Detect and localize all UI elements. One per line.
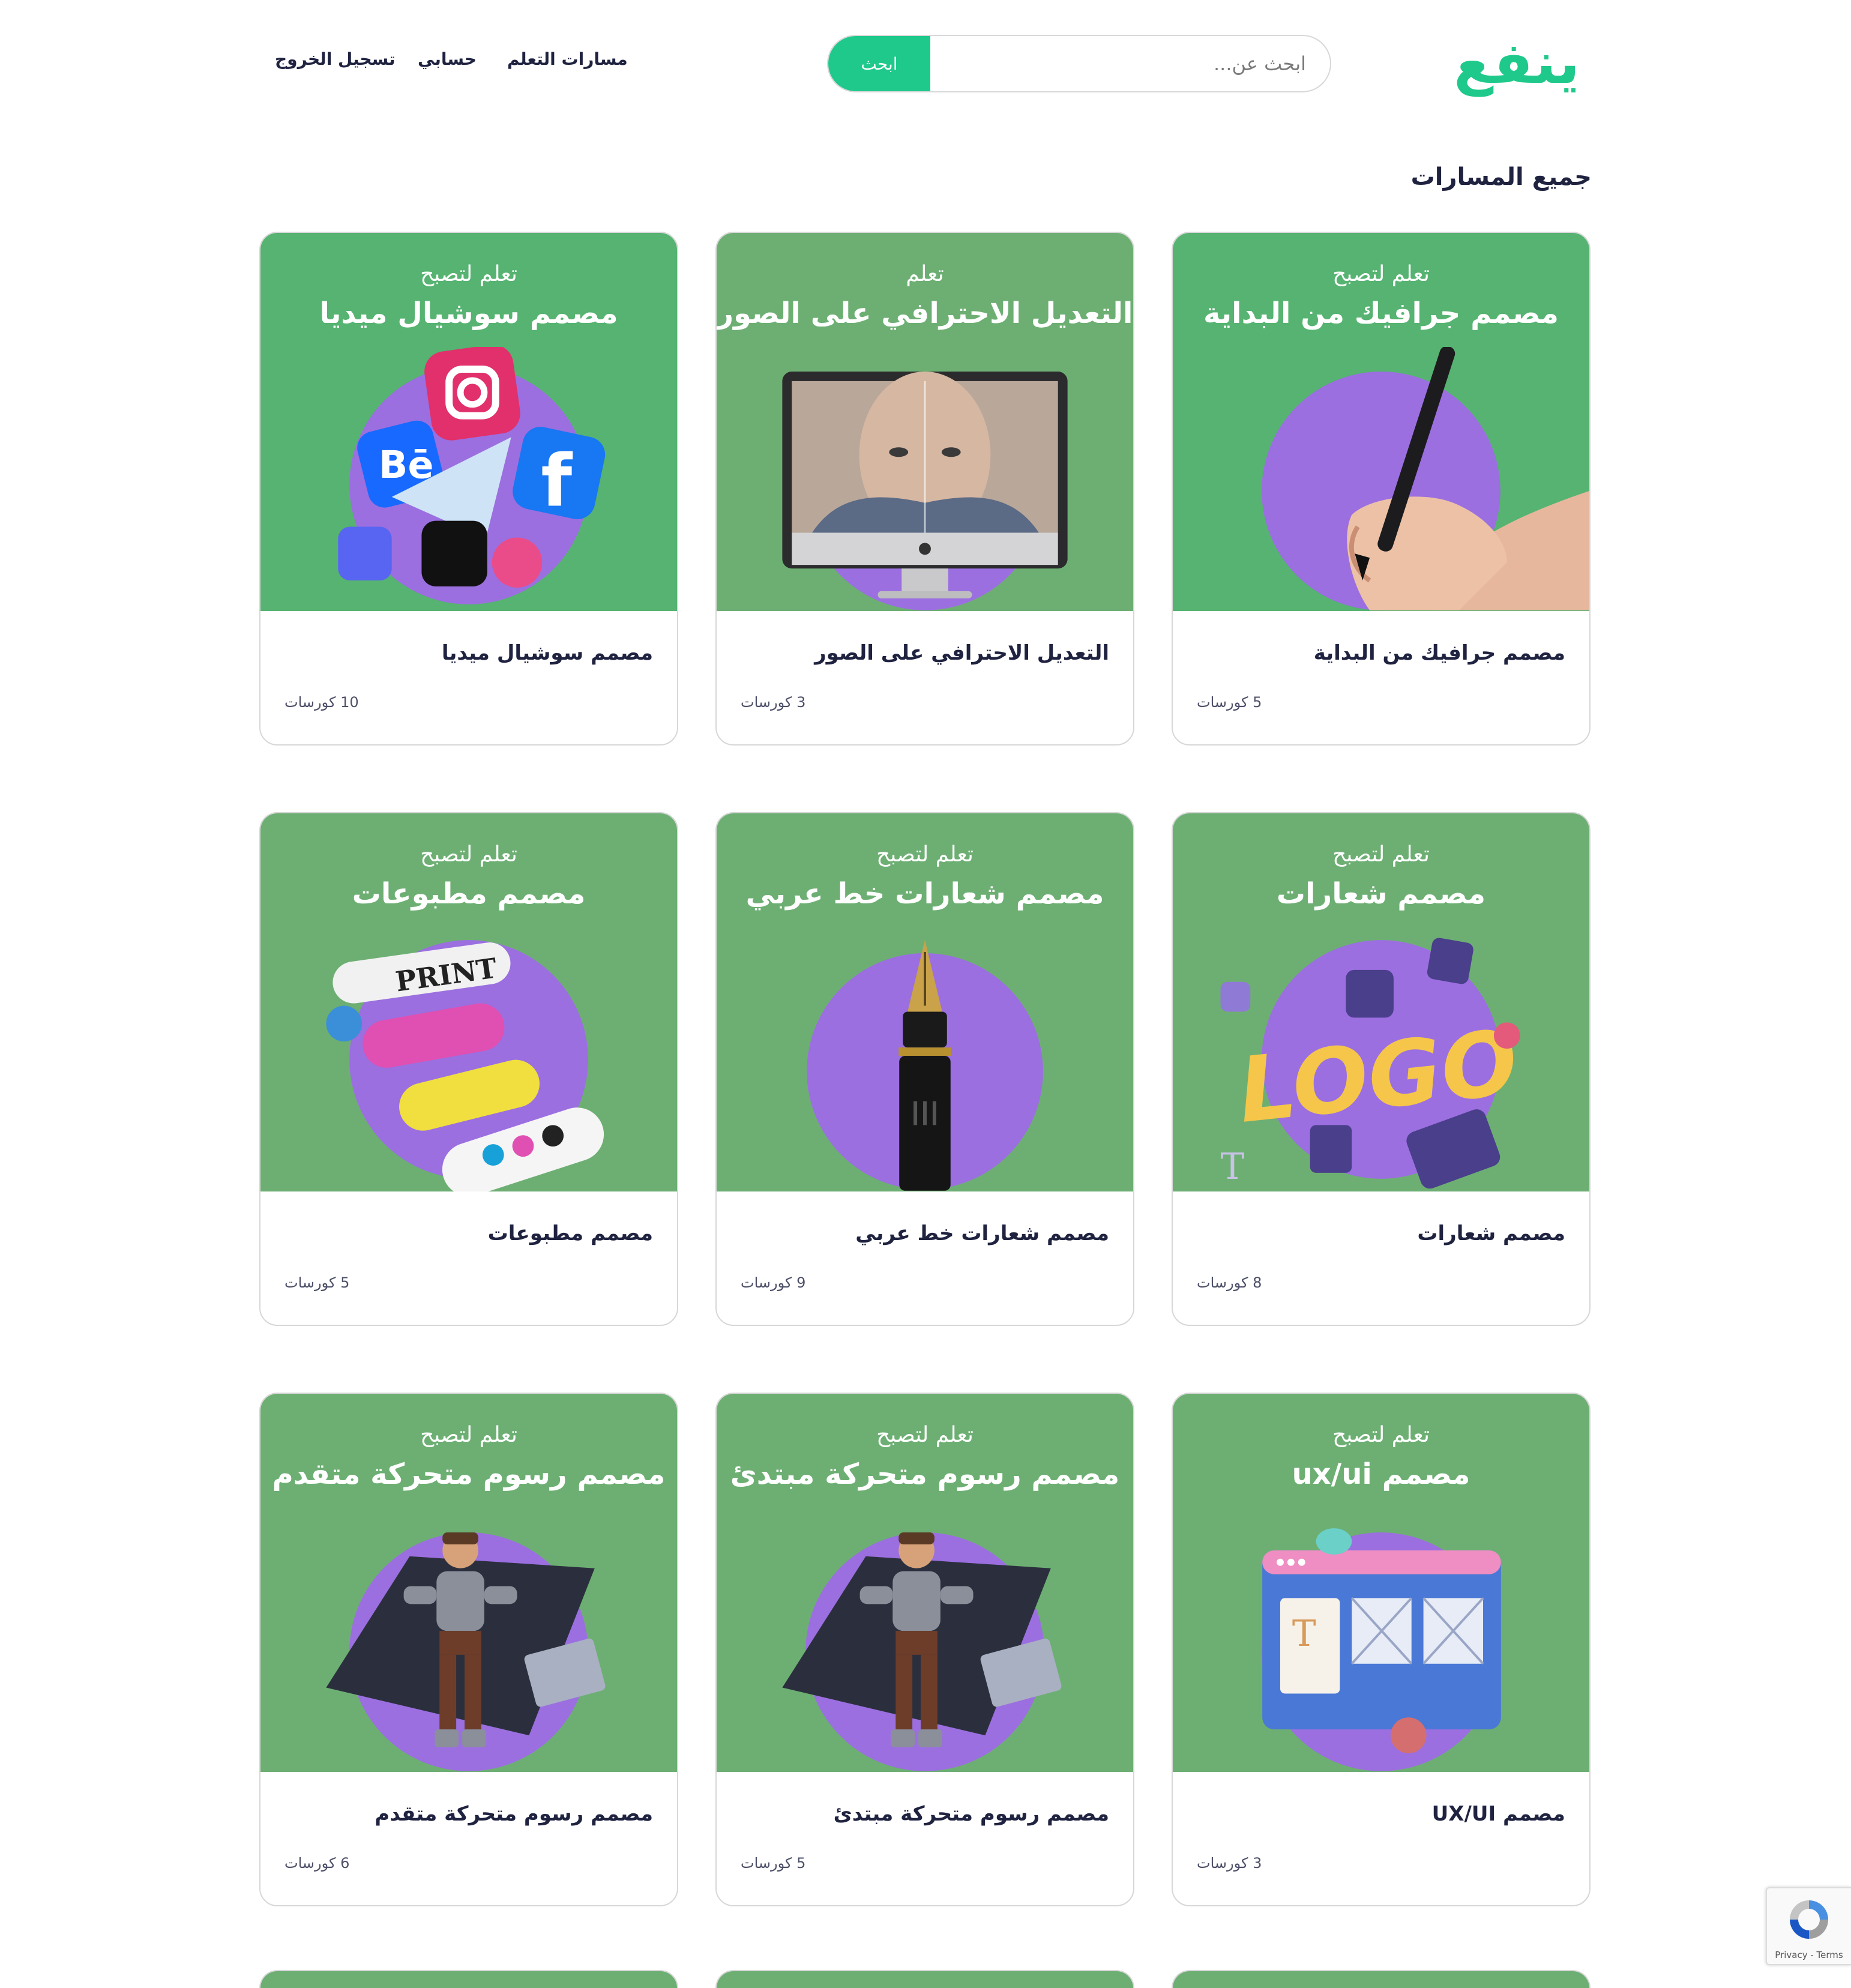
nav-my-account[interactable]: حسابي: [418, 49, 477, 79]
card-banner-subtitle: تعلم لتصبح: [420, 262, 517, 286]
card-banner-subtitle: تعلم: [906, 262, 944, 286]
card-banner-subtitle: تعلم لتصبح: [876, 842, 974, 867]
card-course-count: 5 كورسات: [741, 1855, 806, 1872]
card-course-count: 10 كورسات: [284, 694, 359, 711]
path-card-partial[interactable]: [259, 1970, 678, 1988]
card-banner-title: مصمم مطبوعات: [352, 877, 586, 911]
card-course-count: 8 كورسات: [1197, 1274, 1262, 1291]
social-media-icon: Bē f: [338, 347, 606, 604]
pen-hand-icon: [1262, 347, 1589, 610]
path-card-partial[interactable]: [1172, 1970, 1591, 1988]
path-card-graphic-design[interactable]: تعلم لتصبح مصمم جرافيك من البداية مصمم ج…: [1172, 232, 1591, 746]
path-card-animation-advanced[interactable]: تعلم لتصبح مصمم رسوم متحركة متقدم مصمم ر…: [259, 1393, 678, 1906]
card-title[interactable]: مصمم جرافيك من البداية: [1314, 641, 1565, 665]
page-title: جميع المسارات: [1410, 163, 1592, 191]
card-banner-subtitle: تعلم لتصبح: [1332, 842, 1430, 867]
card-banner: تعلم لتصبح مصمم شعارات خط عربي: [717, 813, 1133, 1191]
path-card-ux-ui[interactable]: تعلم لتصبح مصمم ux/ui T مصمم UX/UI 3 كور…: [1172, 1393, 1591, 1906]
card-banner: تعلم لتصبح مصمم مطبوعات PRINT: [260, 813, 677, 1191]
nav-logout[interactable]: تسجيل الخروج: [275, 49, 396, 79]
card-banner-subtitle: تعلم لتصبح: [420, 842, 517, 867]
card-banner: تعلم لتصبح مصمم سوشيال ميديا Bē f: [260, 233, 677, 611]
path-card-arabic-calligraphy[interactable]: تعلم لتصبح مصمم شعارات خط عربي مصمم شعار…: [715, 812, 1134, 1326]
card-title[interactable]: مصمم سوشيال ميديا: [442, 641, 653, 665]
path-card-animation-beginner[interactable]: تعلم لتصبح مصمم رسوم متحركة مبتدئ مصمم ر…: [715, 1393, 1134, 1906]
card-banner-title: مصمم رسوم متحركة متقدم: [272, 1457, 666, 1491]
card-banner-title: مصمم رسوم متحركة مبتدئ: [730, 1457, 1120, 1491]
path-card-print-design[interactable]: تعلم لتصبح مصمم مطبوعات PRINT مصمم مطبوع…: [259, 812, 678, 1326]
path-card-partial[interactable]: [715, 1970, 1134, 1988]
card-title[interactable]: مصمم رسوم متحركة مبتدئ: [834, 1802, 1109, 1826]
card-course-count: 5 كورسات: [284, 1274, 350, 1291]
card-banner: تعلم التعديل الاحترافي على الصور: [717, 233, 1133, 611]
card-course-count: 6 كورسات: [284, 1855, 350, 1872]
card-banner-title: مصمم شعارات خط عربي: [745, 877, 1104, 911]
card-banner-subtitle: تعلم لتصبح: [876, 1423, 974, 1447]
card-banner-title: مصمم سوشيال ميديا: [319, 297, 618, 330]
card-course-count: 9 كورسات: [741, 1274, 806, 1291]
card-banner-subtitle: تعلم لتصبح: [420, 1423, 517, 1447]
animation-character-icon: [782, 1532, 1062, 1771]
card-banner: تعلم لتصبح مصمم جرافيك من البداية: [1173, 233, 1589, 611]
card-banner-subtitle: تعلم لتصبح: [1332, 1423, 1430, 1447]
print-rollers-icon: PRINT: [326, 940, 604, 1191]
card-course-count: 5 كورسات: [1197, 694, 1262, 711]
svg-text:f: f: [541, 440, 573, 523]
recaptcha-badge[interactable]: Privacy - Terms: [1766, 1887, 1851, 1965]
card-title[interactable]: مصمم مطبوعات: [488, 1221, 653, 1246]
card-banner: تعلم لتصبح مصمم رسوم متحركة مبتدئ: [717, 1394, 1133, 1772]
card-banner-title: مصمم ux/ui: [1292, 1457, 1470, 1491]
path-card-logo-design[interactable]: تعلم لتصبح مصمم شعارات LOGO T مصمم شعارا…: [1172, 812, 1591, 1326]
site-logo[interactable]: ينفع: [1454, 30, 1580, 96]
svg-text:T: T: [1292, 1613, 1316, 1655]
card-course-count: 3 كورسات: [1197, 1855, 1262, 1872]
logo-icon: LOGO T: [1220, 938, 1523, 1189]
recaptcha-links[interactable]: Privacy - Terms: [1767, 1950, 1851, 1960]
card-banner: تعلم لتصبح مصمم ux/ui T: [1173, 1394, 1589, 1772]
search-input[interactable]: [930, 36, 1330, 91]
ui-window-icon: T: [1262, 1528, 1501, 1771]
card-title[interactable]: مصمم شعارات خط عربي: [855, 1221, 1109, 1246]
recaptcha-icon: [1790, 1900, 1828, 1939]
search-button[interactable]: ابحث: [828, 36, 930, 91]
card-title[interactable]: مصمم رسوم متحركة متقدم: [375, 1802, 653, 1826]
fountain-pen-icon: [807, 940, 1043, 1191]
monitor-face-icon: [782, 372, 1068, 610]
card-banner-title: التعديل الاحترافي على الصور: [717, 297, 1133, 330]
path-card-social-media[interactable]: تعلم لتصبح مصمم سوشيال ميديا Bē f مصمم س…: [259, 232, 678, 746]
card-banner-title: مصمم شعارات: [1276, 877, 1486, 911]
card-course-count: 3 كورسات: [741, 694, 806, 711]
card-banner: تعلم لتصبح مصمم رسوم متحركة متقدم: [260, 1394, 677, 1772]
card-title[interactable]: التعديل الاحترافي على الصور: [814, 641, 1109, 665]
svg-text:T: T: [1221, 1146, 1245, 1188]
card-banner-title: مصمم جرافيك من البداية: [1203, 297, 1559, 330]
card-banner: تعلم لتصبح مصمم شعارات LOGO T: [1173, 813, 1589, 1191]
animation-character-icon: [326, 1532, 606, 1771]
path-card-photo-editing[interactable]: تعلم التعديل الاحترافي على الصور التعديل…: [715, 232, 1134, 746]
card-title[interactable]: مصمم UX/UI: [1432, 1802, 1565, 1826]
card-title[interactable]: مصمم شعارات: [1417, 1221, 1565, 1246]
nav-learning-paths[interactable]: مسارات التعلم: [507, 49, 628, 79]
search-bar: ابحث: [827, 35, 1331, 92]
card-banner-subtitle: تعلم لتصبح: [1332, 262, 1430, 286]
